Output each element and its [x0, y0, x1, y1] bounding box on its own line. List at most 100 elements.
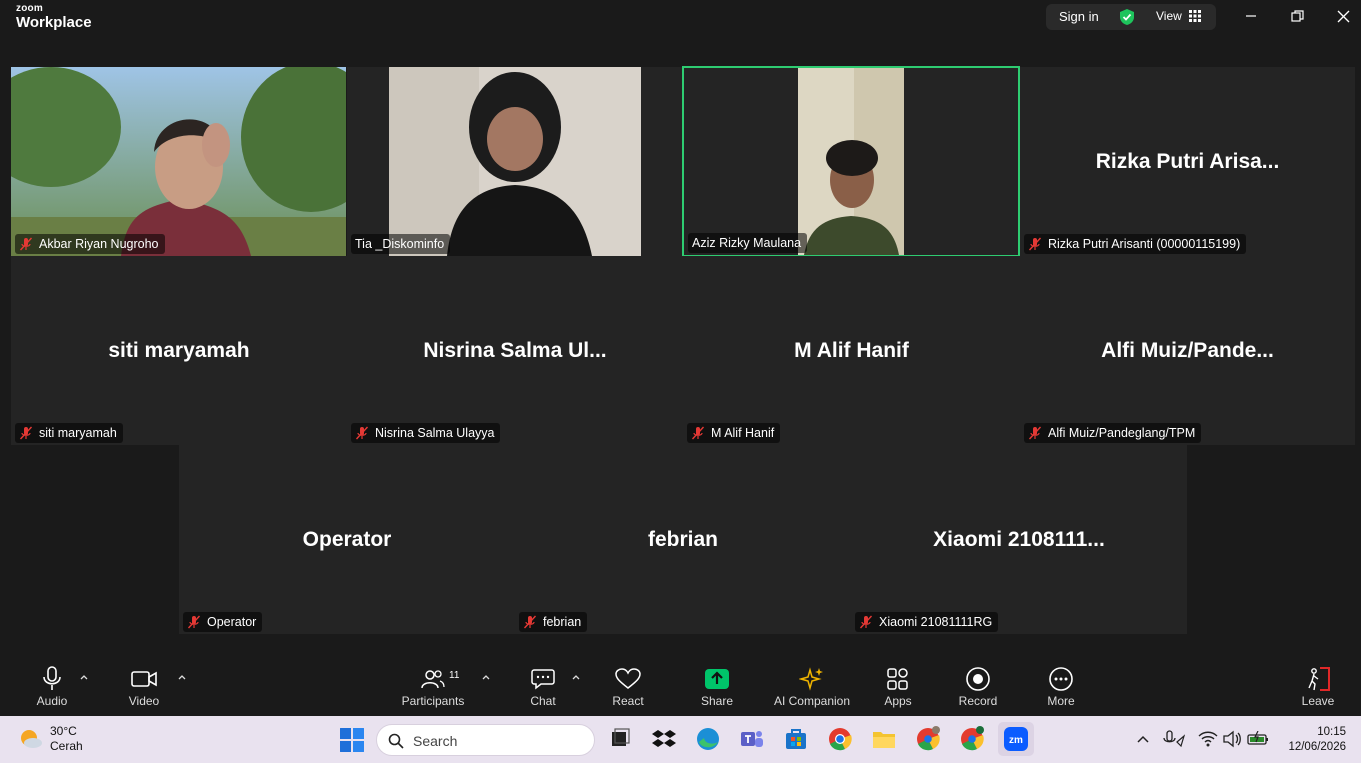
participants-label: Participants	[401, 694, 465, 708]
microsoft-store-icon[interactable]	[783, 726, 809, 752]
ai-companion-button[interactable]: AI Companion	[770, 658, 854, 716]
edge-icon[interactable]	[695, 726, 721, 752]
participants-icon	[421, 670, 445, 689]
task-view-icon[interactable]	[606, 726, 632, 752]
taskbar-search[interactable]: Search	[376, 724, 595, 756]
participant-video	[684, 68, 1018, 255]
battery-charging-icon[interactable]	[1247, 731, 1269, 747]
participant-tile[interactable]: Xiaomi 2108111... Xiaomi 21081111RG	[851, 445, 1187, 634]
participant-display-name: Alfi Muiz/Pande...	[1101, 338, 1274, 362]
teams-icon[interactable]	[739, 726, 765, 752]
participant-label: M Alif Hanif	[687, 423, 781, 443]
react-button[interactable]: React	[606, 658, 650, 716]
record-button[interactable]: Record	[956, 658, 1000, 716]
chrome-profile-icon[interactable]	[915, 726, 941, 752]
windows-taskbar: 30°C Cerah Search zm 10:15 12/06/2026	[0, 716, 1361, 763]
zoom-logo: zoom Workplace	[16, 3, 92, 31]
participant-label: Akbar Riyan Nugroho	[15, 234, 165, 254]
participant-label: Tia _Diskominfo	[351, 234, 451, 254]
meeting-toolbar: Audio Video Participants 11 Chat React S…	[0, 658, 1361, 716]
more-options-icon	[1049, 667, 1073, 691]
video-options-caret-icon[interactable]	[177, 672, 187, 682]
chat-options-caret-icon[interactable]	[571, 672, 581, 682]
chrome-profile-icon[interactable]	[959, 726, 985, 752]
participant-tile[interactable]: Rizka Putri Arisa... Rizka Putri Arisant…	[1020, 67, 1355, 256]
share-button[interactable]: Share	[695, 658, 739, 716]
participant-name: Tia _Diskominfo	[355, 237, 445, 251]
mic-in-use-icon[interactable]	[1163, 730, 1185, 748]
audio-button[interactable]: Audio	[30, 658, 74, 716]
close-button[interactable]	[1331, 6, 1355, 26]
participants-button[interactable]: Participants	[398, 658, 468, 716]
chrome-icon[interactable]	[827, 726, 853, 752]
sun-cloud-icon	[21, 730, 42, 748]
participant-display-name: Nisrina Salma Ul...	[423, 338, 607, 362]
view-button[interactable]: View	[1156, 9, 1182, 23]
weather-widget[interactable]: 30°C Cerah	[18, 724, 83, 754]
participant-label: febrian	[519, 612, 588, 632]
minimize-button[interactable]	[1239, 6, 1263, 26]
apps-icon	[887, 668, 908, 690]
participant-tile[interactable]: M Alif Hanif M Alif Hanif	[683, 256, 1020, 445]
title-bar: zoom Workplace Sign in View	[0, 0, 1361, 40]
participant-video	[347, 67, 682, 256]
react-label: React	[612, 694, 644, 708]
participant-tile[interactable]: siti maryamah siti maryamah	[11, 256, 347, 445]
dropbox-icon[interactable]	[651, 726, 677, 752]
participant-label: Alfi Muiz/Pandeglang/TPM	[1024, 423, 1202, 443]
participant-display-name: Xiaomi 2108111...	[933, 527, 1105, 551]
muted-mic-icon	[19, 237, 33, 251]
participant-name: Alfi Muiz/Pandeglang/TPM	[1048, 426, 1196, 440]
leave-label: Leave	[1301, 694, 1335, 708]
video-camera-icon	[131, 671, 157, 687]
video-tile-active-speaker[interactable]: Aziz Rizky Maulana	[682, 66, 1020, 257]
more-label: More	[1047, 694, 1075, 708]
video-tile[interactable]: Akbar Riyan Nugroho	[11, 67, 346, 256]
video-tile[interactable]: Tia _Diskominfo	[347, 67, 682, 256]
participant-name: Rizka Putri Arisanti (00000115199)	[1048, 237, 1241, 251]
participants-count: 11	[449, 670, 460, 681]
muted-mic-icon	[187, 615, 201, 629]
system-clock[interactable]: 10:15 12/06/2026	[1282, 725, 1346, 755]
participant-tile[interactable]: Alfi Muiz/Pande... Alfi Muiz/Pandeglang/…	[1020, 256, 1355, 445]
video-button[interactable]: Video	[122, 658, 166, 716]
zoom-taskbar-button[interactable]: zm	[998, 722, 1034, 756]
chat-button[interactable]: Chat	[521, 658, 565, 716]
search-placeholder: Search	[413, 733, 458, 749]
participant-video	[11, 67, 346, 256]
chat-label: Chat	[530, 694, 556, 708]
encryption-shield-icon[interactable]	[1118, 8, 1136, 26]
participant-name: febrian	[543, 615, 582, 629]
participant-tile[interactable]: Nisrina Salma Ul... Nisrina Salma Ulayya	[347, 256, 683, 445]
participants-options-caret-icon[interactable]	[481, 672, 491, 682]
file-explorer-icon[interactable]	[871, 726, 897, 752]
participant-tile[interactable]: febrian febrian	[515, 445, 851, 634]
record-icon	[966, 667, 990, 691]
muted-mic-icon	[1028, 426, 1042, 440]
participant-name: M Alif Hanif	[711, 426, 775, 440]
leave-button[interactable]: Leave	[1296, 658, 1340, 716]
more-button[interactable]: More	[1039, 658, 1083, 716]
apps-button[interactable]: Apps	[876, 658, 920, 716]
participant-display-name: Rizka Putri Arisa...	[1095, 149, 1280, 173]
restore-button[interactable]	[1285, 6, 1309, 26]
video-label: Video	[128, 694, 160, 708]
windows-start-icon[interactable]	[339, 727, 365, 753]
clock-date: 12/06/2026	[1288, 741, 1346, 753]
brand-small: zoom	[16, 3, 43, 14]
audio-options-caret-icon[interactable]	[79, 672, 89, 682]
show-hidden-icons-chevron-icon[interactable]	[1137, 734, 1149, 744]
muted-mic-icon	[19, 426, 33, 440]
participant-tile[interactable]: Operator Operator	[179, 445, 515, 634]
grid-view-icon[interactable]	[1189, 10, 1201, 22]
volume-icon[interactable]	[1222, 730, 1242, 748]
heart-icon	[615, 668, 641, 689]
wifi-icon[interactable]	[1198, 730, 1218, 748]
zoom-app-icon: zm	[1004, 727, 1028, 751]
participant-name: Akbar Riyan Nugroho	[39, 237, 159, 251]
muted-mic-icon	[859, 615, 873, 629]
top-controls: Sign in View	[1046, 4, 1216, 30]
sign-in-button[interactable]: Sign in	[1059, 9, 1099, 24]
weather-condition: Cerah	[50, 739, 83, 753]
participant-label: Nisrina Salma Ulayya	[351, 423, 501, 443]
